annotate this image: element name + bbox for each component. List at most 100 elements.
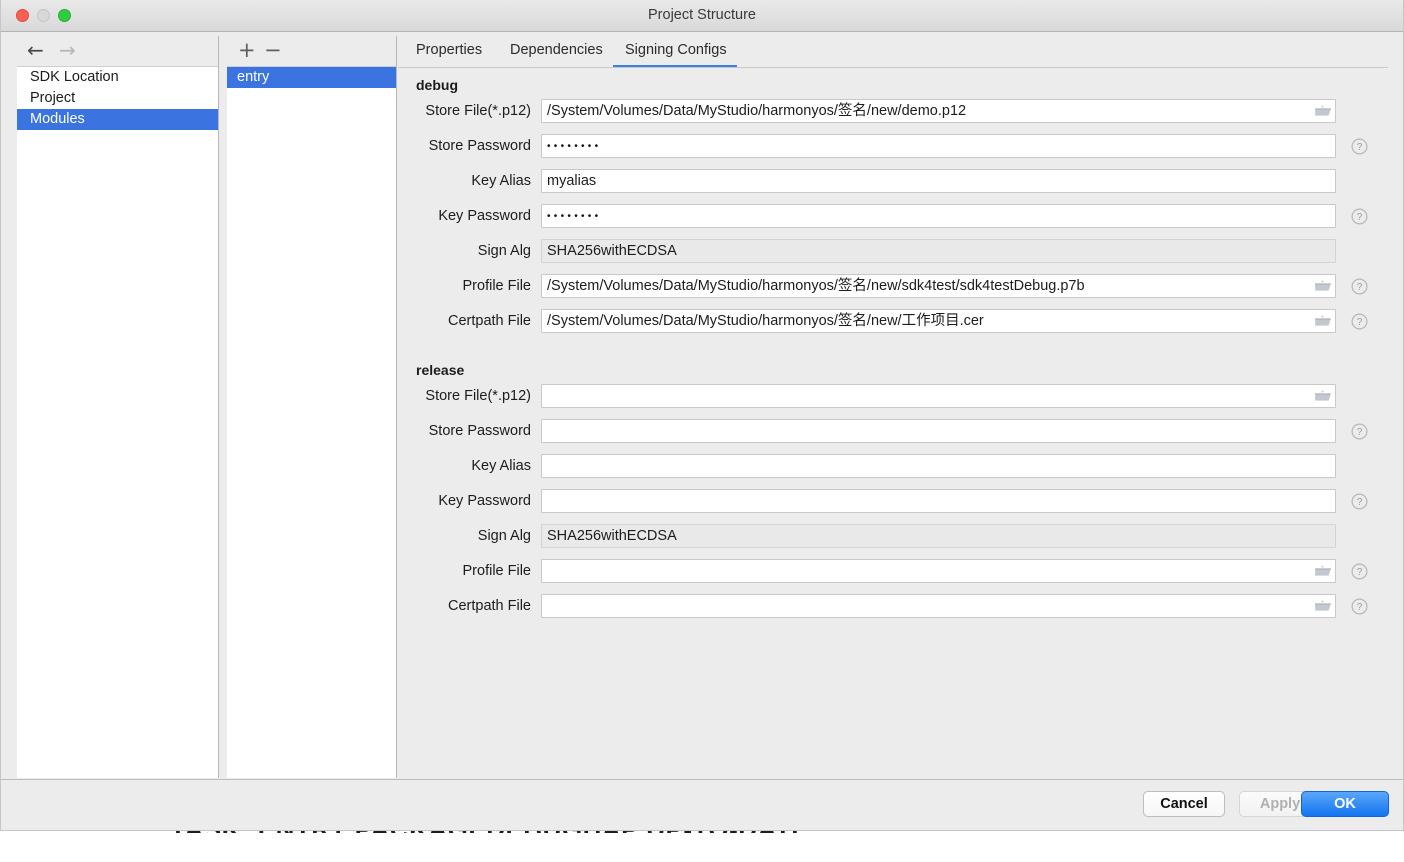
label-debug-key-alias: Key Alias xyxy=(471,173,531,189)
field-wrapper-release-profile-file xyxy=(541,559,1336,583)
input-release-key-alias[interactable] xyxy=(541,454,1336,478)
svg-text:?: ? xyxy=(1357,142,1363,153)
form-row-release-key-password: Key Password? xyxy=(398,489,1388,524)
help-icon-debug-key-password[interactable]: ? xyxy=(1351,208,1368,225)
dialog-body: ← → SDK Location Project Modules + − ent… xyxy=(1,32,1403,779)
tab-signing-configs[interactable]: Signing Configs xyxy=(613,36,737,68)
label-debug-certpath-file: Certpath File xyxy=(447,313,531,329)
tab-separator xyxy=(398,67,1388,68)
input-release-profile-file[interactable] xyxy=(541,559,1336,583)
modules-pane: + − entry xyxy=(227,36,397,778)
input-debug-sign-alg: SHA256withECDSA xyxy=(541,239,1336,263)
input-release-sign-alg: SHA256withECDSA xyxy=(541,524,1336,548)
label-debug-store-filep12: Store File(*.p12) xyxy=(425,103,531,119)
categories-list: SDK Location Project Modules xyxy=(17,66,218,778)
input-debug-store-filep12[interactable]: /System/Volumes/Data/MyStudio/harmonyos/… xyxy=(541,99,1336,123)
ok-button[interactable]: OK xyxy=(1301,791,1389,817)
tab-bar: Properties Dependencies Signing Configs xyxy=(398,36,1388,68)
form-row-debug-profile-file: Profile File/System/Volumes/Data/MyStudi… xyxy=(398,274,1388,309)
svg-text:?: ? xyxy=(1357,317,1363,328)
form-row-release-certpath-file: Certpath File? xyxy=(398,594,1388,629)
titlebar: Project Structure xyxy=(1,0,1403,32)
label-release-sign-alg: Sign Alg xyxy=(477,528,531,544)
help-icon-release-key-password[interactable]: ? xyxy=(1351,493,1368,510)
categories-pane: ← → SDK Location Project Modules xyxy=(17,36,219,778)
input-release-store-filep12[interactable] xyxy=(541,384,1336,408)
forward-arrow-icon[interactable]: → xyxy=(59,40,76,60)
form-row-debug-certpath-file: Certpath File/System/Volumes/Data/MyStud… xyxy=(398,309,1388,344)
input-debug-profile-file[interactable]: /System/Volumes/Data/MyStudio/harmonyos/… xyxy=(541,274,1336,298)
field-wrapper-release-key-alias xyxy=(541,454,1336,478)
project-structure-dialog: Project Structure ← → SDK Location Proje… xyxy=(0,0,1404,831)
input-release-store-password[interactable] xyxy=(541,419,1336,443)
tab-properties-label: Properties xyxy=(416,42,483,58)
form-row-release-key-alias: Key Alias xyxy=(398,454,1388,489)
label-release-store-filep12: Store File(*.p12) xyxy=(425,388,531,404)
group-title-debug: debug xyxy=(416,77,458,93)
field-wrapper-release-store-password xyxy=(541,419,1336,443)
field-wrapper-debug-sign-alg: SHA256withECDSA xyxy=(541,239,1336,263)
folder-browse-icon-debug-profile-file[interactable] xyxy=(1314,278,1332,293)
field-wrapper-debug-key-alias: myalias xyxy=(541,169,1336,193)
folder-browse-icon-debug-store-filep12[interactable] xyxy=(1314,103,1332,118)
input-debug-key-alias[interactable]: myalias xyxy=(541,169,1336,193)
cancel-button[interactable]: Cancel xyxy=(1143,791,1225,817)
group-title-release: release xyxy=(416,362,465,378)
module-item-entry[interactable]: entry xyxy=(227,67,396,88)
form-row-release-store-password: Store Password? xyxy=(398,419,1388,454)
add-module-icon[interactable]: + xyxy=(238,37,256,63)
label-release-profile-file: Profile File xyxy=(462,563,532,579)
form-row-debug-key-password: Key Password ••••••••? xyxy=(398,204,1388,239)
modules-toolbar: + − xyxy=(227,36,396,66)
sidebar-item-project[interactable]: Project xyxy=(17,88,218,109)
folder-browse-icon-release-store-filep12[interactable] xyxy=(1314,388,1332,403)
form-row-debug-store-filep12: Store File(*.p12) /System/Volumes/Data/My… xyxy=(398,99,1388,134)
remove-module-icon[interactable]: − xyxy=(264,37,282,63)
form-row-debug-sign-alg: Sign Alg SHA256withECDSA xyxy=(398,239,1388,274)
categories-toolbar: ← → xyxy=(17,36,218,66)
tab-signing-configs-label: Signing Configs xyxy=(625,42,727,58)
modules-list: entry xyxy=(227,66,396,778)
folder-browse-icon-debug-certpath-file[interactable] xyxy=(1314,313,1332,328)
help-icon-debug-certpath-file[interactable]: ? xyxy=(1351,313,1368,330)
form-row-debug-store-password: Store Password ••••••••? xyxy=(398,134,1388,169)
help-icon-release-store-password[interactable]: ? xyxy=(1351,423,1368,440)
label-release-key-alias: Key Alias xyxy=(471,458,531,474)
label-debug-store-password: Store Password xyxy=(428,138,531,154)
sidebar-item-modules[interactable]: Modules xyxy=(17,109,218,130)
details-pane: Properties Dependencies Signing Configs … xyxy=(398,36,1388,778)
folder-browse-icon-release-profile-file[interactable] xyxy=(1314,563,1332,578)
sidebar-item-sdk-location[interactable]: SDK Location xyxy=(17,67,218,88)
field-wrapper-release-store-filep12 xyxy=(541,384,1336,408)
label-release-store-password: Store Password xyxy=(428,423,531,439)
tab-properties[interactable]: Properties xyxy=(416,36,502,68)
input-debug-store-password[interactable]: •••••••• xyxy=(541,134,1336,158)
help-icon-debug-profile-file[interactable]: ? xyxy=(1351,278,1368,295)
tab-dependencies[interactable]: Dependencies xyxy=(510,36,615,68)
svg-text:?: ? xyxy=(1357,282,1363,293)
svg-text:?: ? xyxy=(1357,602,1363,613)
help-icon-release-profile-file[interactable]: ? xyxy=(1351,563,1368,580)
window-title: Project Structure xyxy=(648,7,756,23)
field-wrapper-release-sign-alg: SHA256withECDSA xyxy=(541,524,1336,548)
field-wrapper-release-key-password xyxy=(541,489,1336,513)
field-wrapper-debug-key-password: •••••••• xyxy=(541,204,1336,228)
field-wrapper-release-certpath-file xyxy=(541,594,1336,618)
svg-text:?: ? xyxy=(1357,427,1363,438)
form-row-release-store-filep12: Store File(*.p12) xyxy=(398,384,1388,419)
svg-text:?: ? xyxy=(1357,212,1363,223)
back-arrow-icon[interactable]: ← xyxy=(27,40,44,60)
label-debug-key-password: Key Password xyxy=(438,208,531,224)
input-release-certpath-file[interactable] xyxy=(541,594,1336,618)
input-release-key-password[interactable] xyxy=(541,489,1336,513)
input-debug-key-password[interactable]: •••••••• xyxy=(541,204,1336,228)
help-icon-debug-store-password[interactable]: ? xyxy=(1351,138,1368,155)
label-debug-sign-alg: Sign Alg xyxy=(477,243,531,259)
signing-configs-form: debug Store File(*.p12) /System/Volumes/Da… xyxy=(398,69,1388,778)
folder-browse-icon-release-certpath-file[interactable] xyxy=(1314,598,1332,613)
form-row-debug-key-alias: Key Alias myalias xyxy=(398,169,1388,204)
field-wrapper-debug-certpath-file: /System/Volumes/Data/MyStudio/harmonyos/… xyxy=(541,309,1336,333)
help-icon-release-certpath-file[interactable]: ? xyxy=(1351,598,1368,615)
input-debug-certpath-file[interactable]: /System/Volumes/Data/MyStudio/harmonyos/… xyxy=(541,309,1336,333)
field-wrapper-debug-store-password: •••••••• xyxy=(541,134,1336,158)
